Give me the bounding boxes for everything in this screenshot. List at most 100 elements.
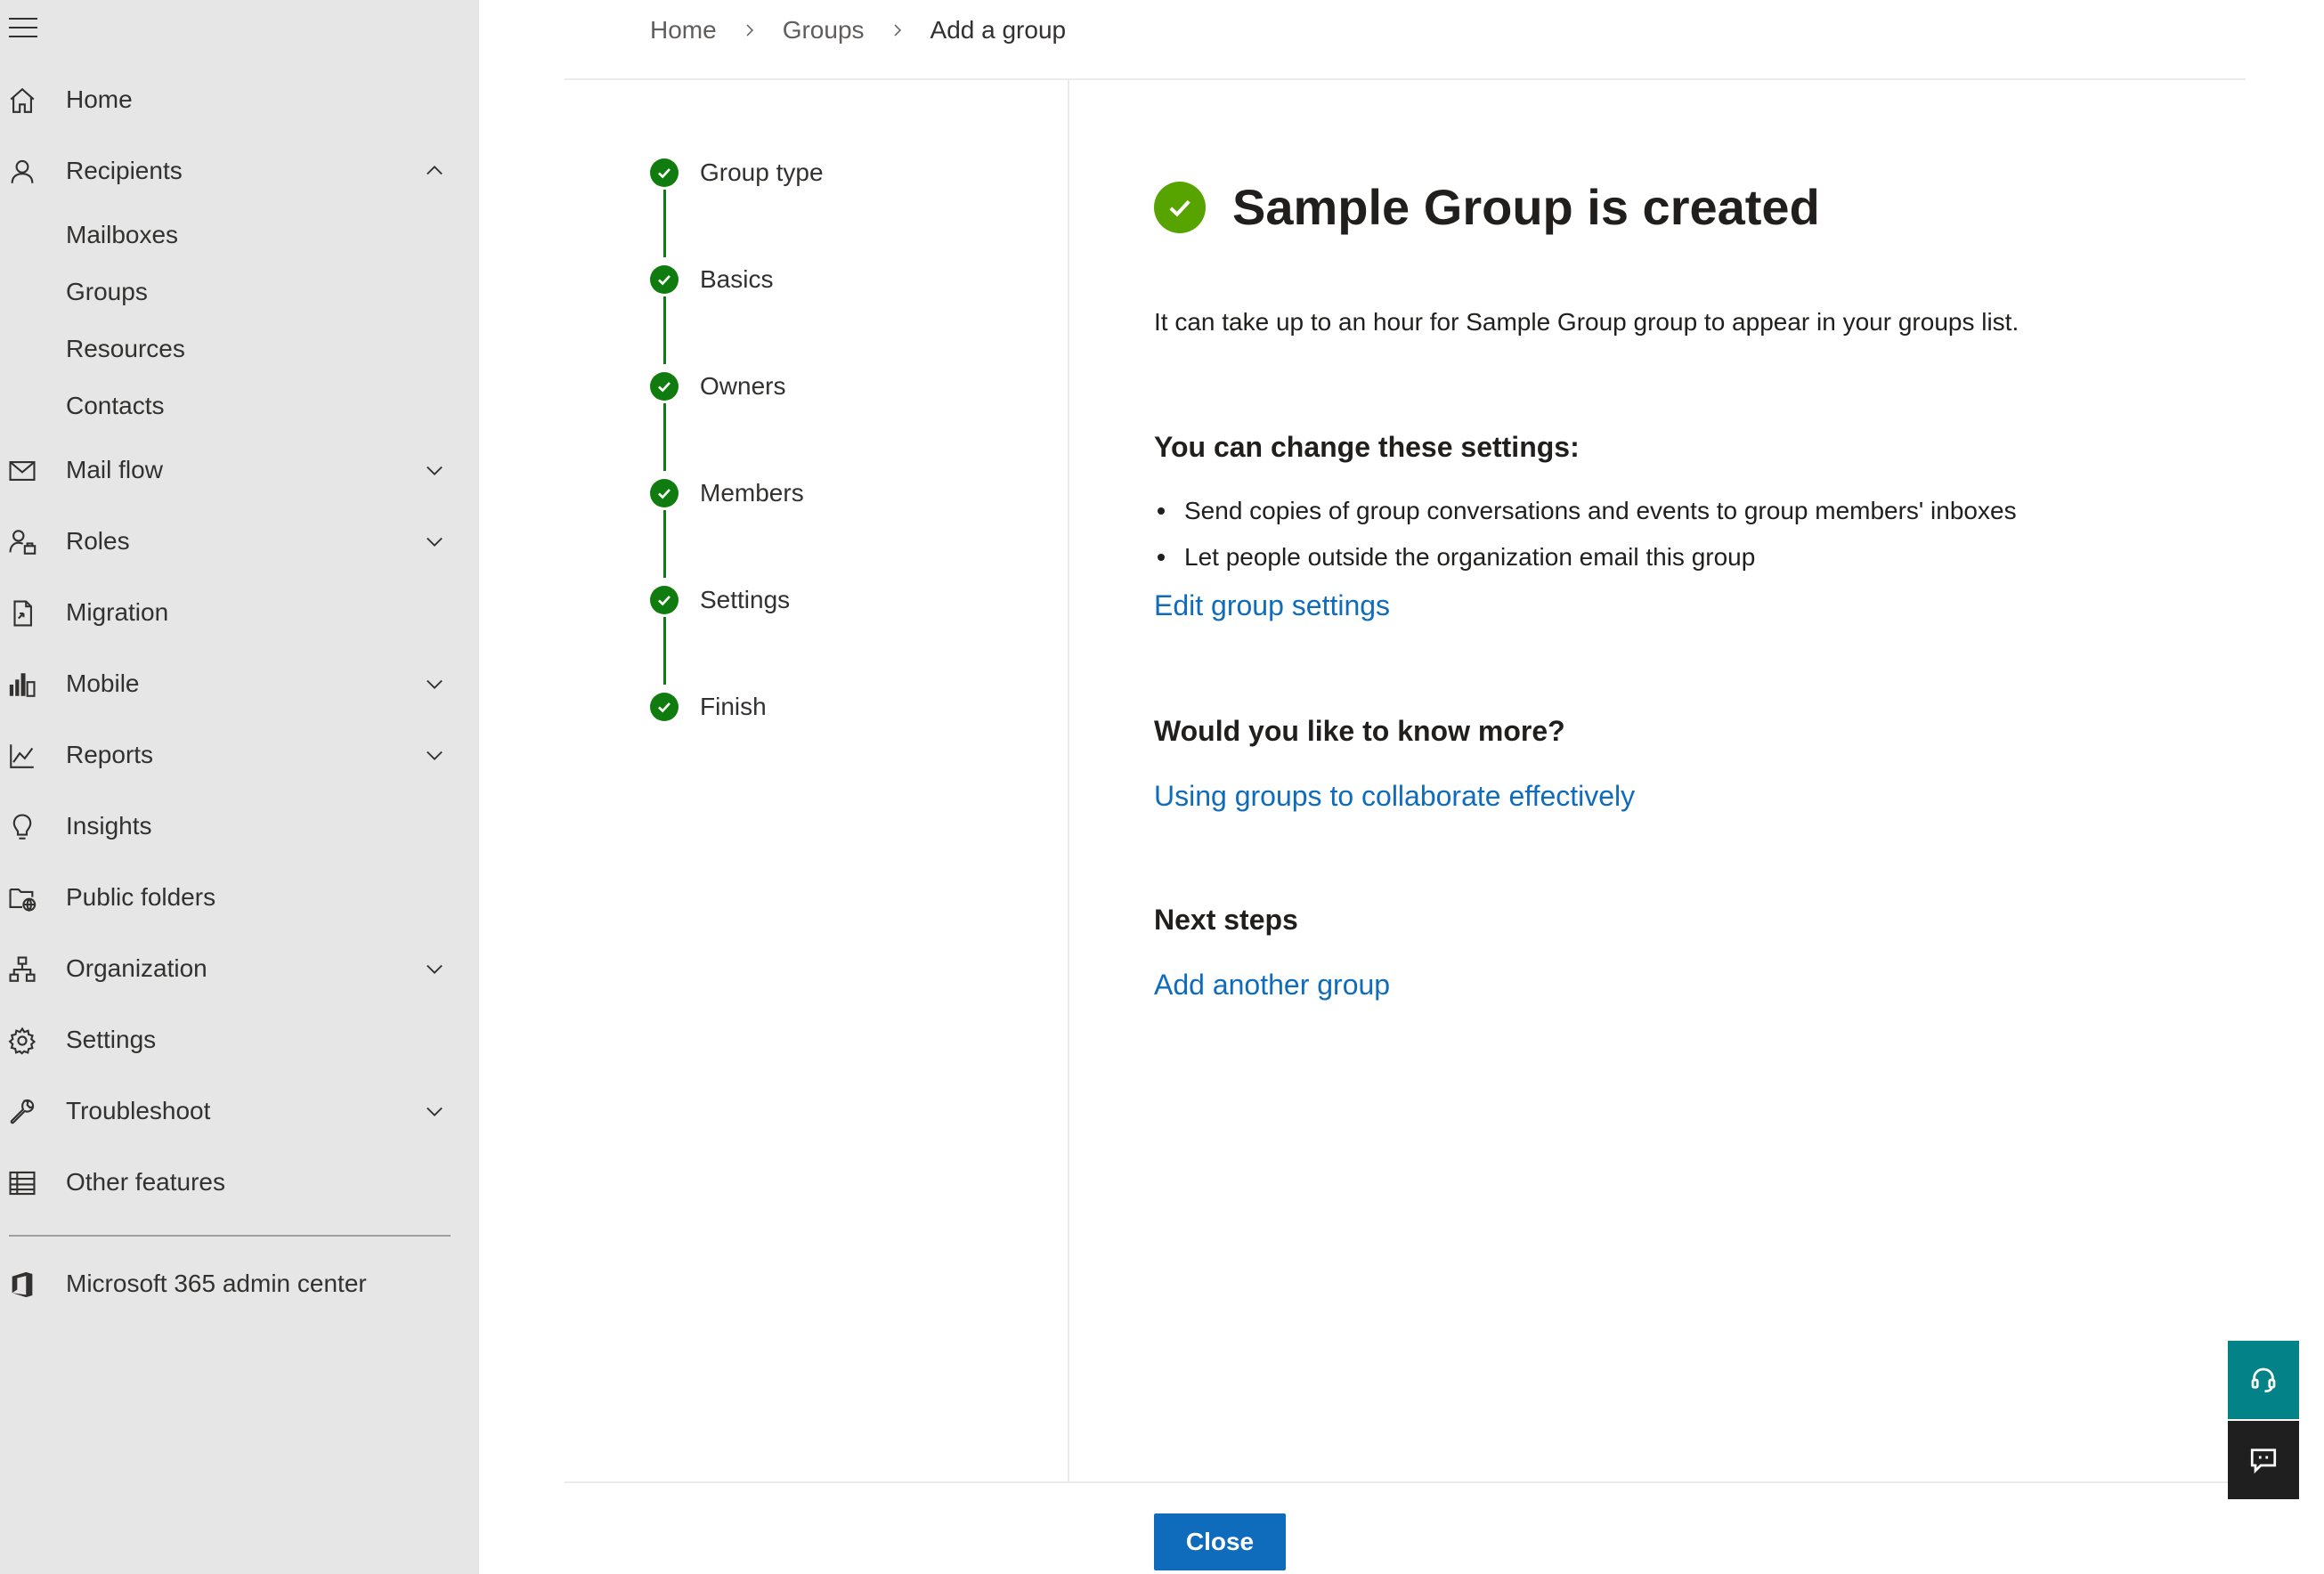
add-another-group-link[interactable]: Add another group: [1154, 969, 1390, 1002]
sidebar-item-label: Insights: [66, 812, 152, 840]
creation-description: It can take up to an hour for Sample Gro…: [1154, 308, 2019, 336]
checkmark-icon: [650, 586, 679, 614]
feedback-icon: [2250, 1448, 2277, 1474]
step-connector: [663, 510, 666, 578]
folder-globe-icon: [7, 883, 37, 913]
table-icon: [7, 1168, 37, 1198]
chevron-down-icon[interactable]: [420, 458, 449, 483]
sidebar-item-label: Organization: [66, 954, 207, 982]
sidebar-item-public-folders[interactable]: Public folders: [0, 871, 479, 924]
breadcrumb: Home Groups Add a group: [650, 12, 1066, 48]
sidebar-item-migration[interactable]: Migration: [0, 586, 479, 639]
sidebar-subitem-contacts[interactable]: Contacts: [0, 381, 479, 431]
settings-bullet: Send copies of group conversations and e…: [1154, 497, 2017, 525]
sidebar-item-mail-flow[interactable]: Mail flow: [0, 443, 479, 497]
step-connector: [663, 190, 666, 257]
step-label: Settings: [700, 586, 791, 613]
sidebar-item-label: Recipients: [66, 157, 183, 184]
chevron-down-icon[interactable]: [420, 956, 449, 981]
sidebar-item-label: Mobile: [66, 669, 140, 697]
sidebar-item-label: Settings: [66, 1026, 157, 1053]
feedback-button[interactable]: [2228, 1421, 2299, 1499]
checkmark-icon: [650, 158, 679, 187]
sidebar-item-label: Resources: [66, 335, 185, 362]
chevron-down-icon[interactable]: [420, 742, 449, 767]
step-label: Basics: [700, 265, 774, 293]
stepper-divider: [1068, 80, 1069, 1483]
sidebar-item-mobile[interactable]: Mobile: [0, 657, 479, 710]
step-basics: Basics: [650, 262, 773, 297]
sidebar-item-label: Groups: [66, 278, 148, 305]
sidebar-item-label: Home: [66, 85, 133, 113]
sidebar-item-label: Public folders: [66, 883, 216, 911]
sidebar-item-recipients[interactable]: Recipients: [0, 144, 479, 198]
sidebar-subitem-groups[interactable]: Groups: [0, 267, 479, 317]
chevron-down-icon[interactable]: [420, 1099, 449, 1124]
home-icon: [7, 85, 37, 116]
checkmark-icon: [650, 693, 679, 721]
headset-icon: [2251, 1367, 2276, 1393]
office-icon: [7, 1270, 37, 1300]
settings-bullet: Let people outside the organization emai…: [1154, 543, 1755, 572]
migration-icon: [7, 598, 37, 629]
header-divider: [565, 78, 2246, 80]
sidebar-item-home[interactable]: Home: [0, 73, 479, 126]
step-connector: [663, 296, 666, 364]
sidebar-item-label: Other features: [66, 1168, 225, 1196]
page-title: Sample Group is created: [1232, 179, 1820, 235]
roles-icon: [7, 527, 37, 557]
sidebar-item-label: Roles: [66, 527, 130, 555]
mobile-icon: [7, 669, 37, 700]
person-icon: [7, 157, 37, 187]
sidebar-item-insights[interactable]: Insights: [0, 799, 479, 853]
help-button[interactable]: [2228, 1341, 2299, 1419]
step-members: Members: [650, 475, 804, 511]
sidebar-item-label: Mailboxes: [66, 221, 179, 248]
chevron-down-icon[interactable]: [420, 529, 449, 554]
settings-bullet-text: Let people outside the organization emai…: [1184, 543, 1756, 571]
sidebar-subitem-resources[interactable]: Resources: [0, 324, 479, 374]
chevron-down-icon[interactable]: [420, 671, 449, 696]
step-settings: Settings: [650, 582, 790, 618]
chevron-up-icon[interactable]: [420, 158, 449, 183]
wrench-icon: [7, 1097, 37, 1127]
sidebar-item-label: Troubleshoot: [66, 1097, 211, 1124]
checkmark-icon: [650, 265, 679, 294]
sidebar-subitem-mailboxes[interactable]: Mailboxes: [0, 210, 479, 260]
sidebar-item-label: Microsoft 365 admin center: [66, 1270, 367, 1297]
checkmark-icon: [650, 479, 679, 507]
settings-heading: You can change these settings:: [1154, 431, 1580, 463]
step-connector: [663, 403, 666, 471]
mail-icon: [7, 456, 37, 486]
step-label: Finish: [700, 693, 767, 720]
sidebar-item-troubleshoot[interactable]: Troubleshoot: [0, 1084, 479, 1138]
step-label: Group type: [700, 158, 824, 186]
breadcrumb-home[interactable]: Home: [650, 16, 717, 45]
know-more-heading: Would you like to know more?: [1154, 715, 1565, 747]
success-check-icon: [1154, 182, 1206, 233]
sidebar-item-roles[interactable]: Roles: [0, 515, 479, 568]
breadcrumb-groups[interactable]: Groups: [783, 16, 865, 45]
sidebar-item-settings[interactable]: Settings: [0, 1013, 479, 1067]
sidebar-item-organization[interactable]: Organization: [0, 942, 479, 995]
step-owners: Owners: [650, 369, 785, 404]
org-chart-icon: [7, 954, 37, 985]
close-button[interactable]: Close: [1154, 1513, 1286, 1570]
sidebar-item-reports[interactable]: Reports: [0, 728, 479, 782]
sidebar-item-label: Migration: [66, 598, 169, 626]
sidebar-item-other-features[interactable]: Other features: [0, 1156, 479, 1209]
step-connector: [663, 617, 666, 685]
sidebar-item-label: Reports: [66, 741, 154, 768]
step-group-type: Group type: [650, 155, 824, 191]
bullet-dot: [1158, 507, 1165, 515]
step-label: Owners: [700, 372, 786, 400]
collaborate-effectively-link[interactable]: Using groups to collaborate effectively: [1154, 780, 1635, 813]
sidebar: Home Recipients Mailboxes Groups Resourc…: [0, 0, 479, 1574]
edit-group-settings-link[interactable]: Edit group settings: [1154, 589, 1390, 622]
chevron-right-icon: [894, 24, 901, 37]
sidebar-divider: [9, 1235, 451, 1237]
sidebar-item-m365-admin-center[interactable]: Microsoft 365 admin center: [0, 1257, 479, 1310]
checkmark-icon: [650, 372, 679, 401]
hamburger-menu-icon[interactable]: [9, 18, 37, 37]
next-steps-heading: Next steps: [1154, 904, 1298, 936]
